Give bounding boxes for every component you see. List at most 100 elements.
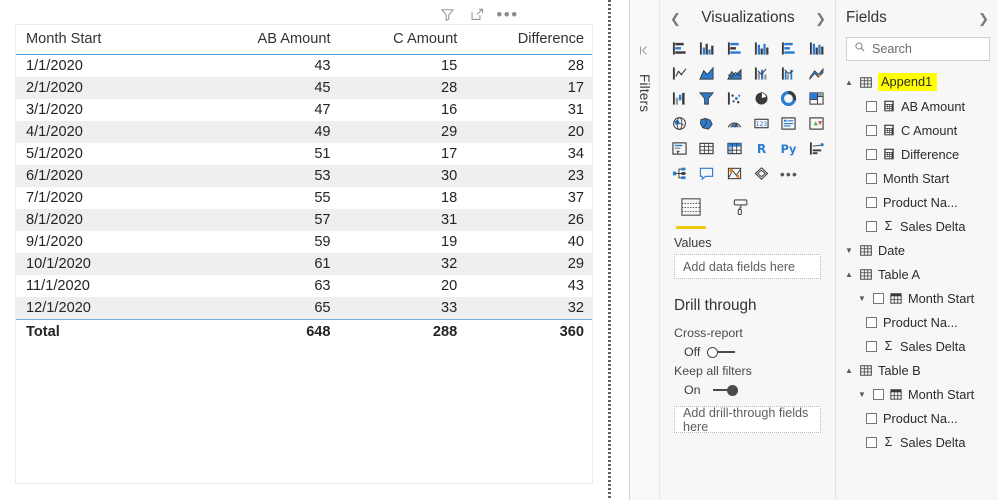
table-row[interactable]: 10/1/2020 61 32 29 (16, 253, 592, 275)
table-row[interactable]: 2/1/2020 45 28 17 (16, 77, 592, 99)
paginated-report-icon[interactable] (748, 162, 775, 185)
key-influencers-icon[interactable] (803, 137, 830, 160)
table-visual[interactable]: Month Start AB Amount C Amount Difference 1… (15, 24, 593, 484)
column-header-month-start[interactable]: Month Start (16, 25, 207, 55)
line-and-stacked-column-chart-icon[interactable] (748, 62, 775, 85)
field-item-month-start[interactable]: ▼ Month Start (836, 382, 998, 406)
field-item-ab-amount[interactable]: AB Amount (836, 94, 998, 118)
drill-through-dropzone[interactable]: Add drill-through fields here (674, 406, 821, 434)
python-visual-icon[interactable]: Py (775, 137, 802, 160)
table-row[interactable]: 4/1/2020 49 29 20 (16, 121, 592, 143)
more-visuals-icon[interactable]: ••• (775, 162, 802, 185)
field-checkbox[interactable] (873, 292, 884, 304)
slicer-icon[interactable] (666, 137, 693, 160)
field-checkbox[interactable] (866, 148, 877, 160)
kpi-icon[interactable] (803, 112, 830, 135)
field-checkbox[interactable] (873, 388, 884, 400)
field-item-sales-delta[interactable]: Σ Sales Delta (836, 334, 998, 358)
ribbon-chart-icon[interactable] (803, 62, 830, 85)
tab-format[interactable] (726, 197, 756, 229)
keep-all-filters-switch[interactable] (708, 384, 738, 396)
chevron-down-icon[interactable]: ▼ (845, 246, 854, 255)
values-dropzone[interactable]: Add data fields here (674, 254, 821, 279)
cross-report-switch[interactable] (707, 346, 737, 358)
column-header-c-amount[interactable]: C Amount (338, 25, 466, 55)
map-icon[interactable] (666, 112, 693, 135)
chevron-up-icon[interactable]: ▲ (845, 270, 854, 279)
table-row[interactable]: 12/1/2020 65 33 32 (16, 297, 592, 320)
table-row[interactable]: 11/1/2020 63 20 43 (16, 275, 592, 297)
column-header-ab-amount[interactable]: AB Amount (206, 25, 339, 55)
table-row[interactable]: 5/1/2020 51 17 34 (16, 143, 592, 165)
funnel-chart-icon[interactable] (693, 87, 720, 110)
100-stacked-bar-chart-icon[interactable] (775, 37, 802, 60)
clustered-column-chart-icon[interactable] (748, 37, 775, 60)
field-item-month-start[interactable]: ▼ Month Start (836, 286, 998, 310)
card-icon[interactable]: 123 (748, 112, 775, 135)
field-item-c-amount[interactable]: C Amount (836, 118, 998, 142)
field-checkbox[interactable] (866, 316, 877, 328)
r-script-visual-icon[interactable]: R (748, 137, 775, 160)
arcgis-maps-visual-icon[interactable] (721, 162, 748, 185)
stacked-area-chart-icon[interactable] (721, 62, 748, 85)
decomposition-tree-icon[interactable] (666, 162, 693, 185)
more-options-icon[interactable]: ••• (496, 6, 517, 23)
cross-report-toggle[interactable]: Off (660, 342, 835, 359)
waterfall-chart-icon[interactable] (666, 87, 693, 110)
chevron-down-icon[interactable]: ▼ (858, 390, 867, 399)
stacked-column-chart-icon[interactable] (693, 37, 720, 60)
fields-table-table-a[interactable]: ▲ Table A (836, 262, 998, 286)
field-checkbox[interactable] (866, 100, 877, 112)
field-item-difference[interactable]: Difference (836, 142, 998, 166)
chevron-right-icon[interactable]: ❯ (978, 12, 989, 25)
pie-chart-icon[interactable] (748, 87, 775, 110)
filled-map-icon[interactable] (693, 112, 720, 135)
focus-mode-icon[interactable] (469, 6, 486, 23)
field-checkbox[interactable] (866, 340, 877, 352)
field-checkbox[interactable] (866, 220, 877, 232)
chevron-right-icon[interactable]: ❯ (815, 12, 826, 25)
table-row[interactable]: 7/1/2020 55 18 37 (16, 187, 592, 209)
line-chart-icon[interactable] (666, 62, 693, 85)
tab-fields[interactable] (676, 197, 706, 229)
chevron-down-icon[interactable]: ▼ (858, 294, 867, 303)
field-item-sales-delta[interactable]: Σ Sales Delta (836, 430, 998, 454)
fields-table-date[interactable]: ▼ Date (836, 238, 998, 262)
100-stacked-column-chart-icon[interactable] (803, 37, 830, 60)
table-icon[interactable] (693, 137, 720, 160)
multi-row-card-icon[interactable] (775, 112, 802, 135)
field-item-product-na[interactable]: Product Na... (836, 406, 998, 430)
matrix-icon[interactable] (721, 137, 748, 160)
treemap-icon[interactable] (803, 87, 830, 110)
table-row[interactable]: 3/1/2020 47 16 31 (16, 99, 592, 121)
field-item-product-na[interactable]: Product Na... (836, 310, 998, 334)
filter-icon[interactable] (439, 6, 456, 23)
field-checkbox[interactable] (866, 172, 877, 184)
chevron-up-icon[interactable]: ▲ (845, 78, 854, 87)
arcgis-map-icon[interactable] (721, 112, 748, 135)
table-row[interactable]: 8/1/2020 57 31 26 (16, 209, 592, 231)
search-input[interactable]: Search (846, 37, 990, 61)
fields-table-append1[interactable]: ▲ Append1 (836, 70, 998, 94)
clustered-bar-chart-icon[interactable] (721, 37, 748, 60)
fields-table-table-b[interactable]: ▲ Table B (836, 358, 998, 382)
table-row[interactable]: 6/1/2020 53 30 23 (16, 165, 592, 187)
field-checkbox[interactable] (866, 412, 877, 424)
stacked-bar-chart-icon[interactable] (666, 37, 693, 60)
table-row[interactable]: 9/1/2020 59 19 40 (16, 231, 592, 253)
expand-filters-icon[interactable] (638, 44, 651, 62)
scatter-chart-icon[interactable] (721, 87, 748, 110)
field-checkbox[interactable] (866, 124, 877, 136)
field-item-sales-delta[interactable]: Σ Sales Delta (836, 214, 998, 238)
field-checkbox[interactable] (866, 436, 877, 448)
column-header-difference[interactable]: Difference (465, 25, 592, 55)
q-and-a-icon[interactable] (693, 162, 720, 185)
table-row[interactable]: 1/1/2020 43 15 28 (16, 55, 592, 78)
keep-all-filters-toggle[interactable]: On (660, 380, 835, 397)
line-and-clustered-column-chart-icon[interactable] (775, 62, 802, 85)
field-checkbox[interactable] (866, 196, 877, 208)
field-item-month-start[interactable]: Month Start (836, 166, 998, 190)
donut-chart-icon[interactable] (775, 87, 802, 110)
area-chart-icon[interactable] (693, 62, 720, 85)
chevron-up-icon[interactable]: ▲ (845, 366, 854, 375)
